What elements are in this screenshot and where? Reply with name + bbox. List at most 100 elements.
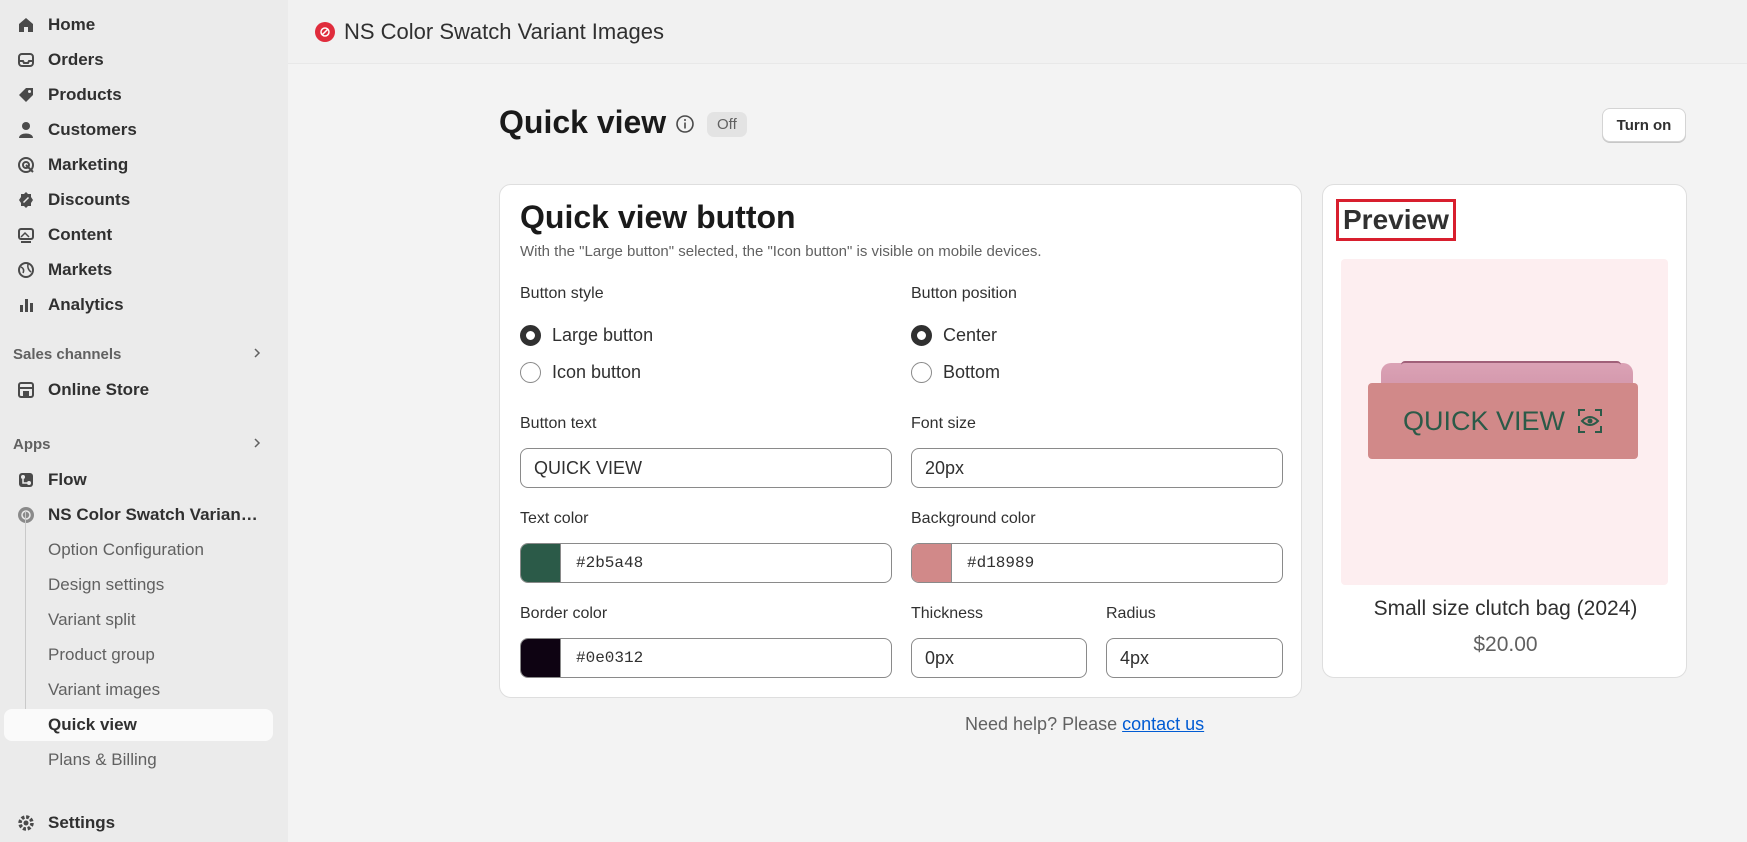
- radio-icon-button[interactable]: Icon button: [520, 362, 641, 383]
- radio-control[interactable]: [520, 362, 541, 383]
- app-logo-icon: [315, 21, 335, 42]
- product-price: $20.00: [1473, 633, 1538, 656]
- radio-label: Bottom: [943, 362, 1001, 382]
- sidebar: Home Orders Products Customers Marketing…: [0, 0, 288, 842]
- border-color-swatch[interactable]: [521, 639, 561, 677]
- sales-channels-label: Sales channels: [13, 346, 122, 363]
- sidebar-item-label: Settings: [48, 813, 116, 832]
- background-color-label: Background color: [911, 510, 1036, 527]
- sidebar-subitem-label: Plans & Billing: [48, 750, 157, 769]
- bag-zipper: [1401, 361, 1621, 369]
- radio-label: Large button: [552, 325, 654, 345]
- sidebar-item-label: Home: [48, 15, 96, 34]
- radio-label: Center: [943, 325, 998, 345]
- sidebar-subitem-option-configuration[interactable]: Option Configuration: [4, 534, 273, 566]
- button-position-label: Button position: [911, 285, 1017, 302]
- sidebar-item-label: Marketing: [48, 155, 129, 174]
- info-icon[interactable]: [675, 114, 695, 134]
- text-color-swatch[interactable]: [521, 544, 561, 582]
- bar-chart-icon: [16, 295, 36, 315]
- sidebar-item-label: Customers: [48, 120, 137, 139]
- apps-label: Apps: [13, 436, 51, 453]
- page-title: Quick view: [499, 104, 667, 140]
- button-text-input[interactable]: QUICK VIEW: [520, 448, 892, 488]
- sidebar-subitem-label: Option Configuration: [48, 540, 204, 559]
- sidebar-item-marketing[interactable]: Marketing: [4, 149, 273, 181]
- radio-bottom[interactable]: Bottom: [911, 362, 1000, 383]
- radio-control[interactable]: [520, 325, 541, 346]
- sidebar-item-home[interactable]: Home: [4, 9, 273, 41]
- background-color-input[interactable]: #d18989: [911, 543, 1283, 583]
- sidebar-item-label: Content: [48, 225, 113, 244]
- sidebar-item-label: Online Store: [48, 380, 150, 399]
- border-color-label: Border color: [520, 605, 608, 622]
- sidebar-item-label: Flow: [48, 470, 87, 489]
- sidebar-item-label: Products: [48, 85, 122, 104]
- sidebar-item-orders[interactable]: Orders: [4, 44, 273, 76]
- turn-on-button[interactable]: Turn on: [1602, 108, 1686, 142]
- background-color-swatch[interactable]: [912, 544, 952, 582]
- sidebar-subitem-variant-images[interactable]: Variant images: [4, 674, 273, 706]
- app-logo-icon: [16, 505, 36, 525]
- border-color-value[interactable]: #0e0312: [576, 649, 643, 667]
- sidebar-item-markets[interactable]: Markets: [4, 254, 273, 286]
- sidebar-item-online-store[interactable]: Online Store: [4, 374, 273, 406]
- font-size-input[interactable]: 20px: [911, 448, 1283, 488]
- sidebar-item-flow[interactable]: Flow: [4, 464, 273, 496]
- sidebar-subitem-label: Variant split: [48, 610, 136, 629]
- target-icon: [16, 155, 36, 175]
- sidebar-subitem-label: Variant images: [48, 680, 161, 699]
- sidebar-subitem-design-settings[interactable]: Design settings: [4, 569, 273, 601]
- preview-title: Preview: [1336, 199, 1456, 241]
- sidebar-subitem-product-group[interactable]: Product group: [4, 639, 273, 671]
- radio-center[interactable]: Center: [911, 325, 997, 346]
- font-size-label: Font size: [911, 415, 976, 432]
- background-color-value[interactable]: #d18989: [967, 554, 1034, 572]
- inbox-icon: [16, 50, 36, 70]
- home-icon: [16, 15, 36, 35]
- text-color-label: Text color: [520, 510, 589, 527]
- sidebar-subitem-quick-view[interactable]: Quick view: [4, 709, 273, 741]
- sidebar-item-analytics[interactable]: Analytics: [4, 289, 273, 321]
- border-color-input[interactable]: #0e0312: [520, 638, 892, 678]
- radius-label: Radius: [1106, 605, 1156, 622]
- chevron-right-icon[interactable]: [251, 346, 263, 363]
- sidebar-item-label: Discounts: [48, 190, 131, 209]
- text-color-value[interactable]: #2b5a48: [576, 554, 643, 572]
- radius-input[interactable]: 4px: [1106, 638, 1283, 678]
- radio-control[interactable]: [911, 362, 932, 383]
- thickness-input[interactable]: 0px: [911, 638, 1087, 678]
- sidebar-item-content[interactable]: Content: [4, 219, 273, 251]
- sidebar-subitem-label: Quick view: [48, 715, 137, 734]
- card-description: With the "Large button" selected, the "I…: [520, 243, 1042, 260]
- product-name[interactable]: Small size clutch bag (2024): [1323, 597, 1688, 621]
- text-color-input[interactable]: #2b5a48: [520, 543, 892, 583]
- gear-icon: [16, 813, 36, 833]
- tag-icon: [16, 85, 36, 105]
- contact-us-link[interactable]: contact us: [1122, 714, 1204, 734]
- sidebar-subitem-label: Product group: [48, 645, 155, 664]
- button-text-label: Button text: [520, 415, 597, 432]
- sidebar-subitem-plans-billing[interactable]: Plans & Billing: [4, 744, 273, 776]
- sidebar-item-settings[interactable]: Settings: [4, 807, 273, 839]
- discount-icon: [16, 190, 36, 210]
- sidebar-item-discounts[interactable]: Discounts: [4, 184, 273, 216]
- sidebar-subitem-label: Design settings: [48, 575, 165, 594]
- quick-view-preview-label: QUICK VIEW: [1402, 405, 1565, 436]
- preview-card: Preview QUICK VIEW Small size clutch bag…: [1322, 184, 1687, 678]
- chevron-right-icon[interactable]: [251, 436, 263, 453]
- sales-channels-header[interactable]: Sales channels: [13, 346, 263, 363]
- image-icon: [16, 225, 36, 245]
- sidebar-subitem-variant-split[interactable]: Variant split: [4, 604, 273, 636]
- quick-view-preview-button[interactable]: QUICK VIEW: [1368, 383, 1638, 459]
- apps-header[interactable]: Apps: [13, 436, 263, 453]
- person-icon: [16, 120, 36, 140]
- sidebar-item-products[interactable]: Products: [4, 79, 273, 111]
- app-title: NS Color Swatch Variant Images: [344, 18, 664, 44]
- radio-control[interactable]: [911, 325, 932, 346]
- eye-scan-icon: [1578, 409, 1602, 433]
- radio-large-button[interactable]: Large button: [520, 325, 653, 346]
- sidebar-item-label: Markets: [48, 260, 113, 279]
- sidebar-item-ns-color-swatch[interactable]: NS Color Swatch Variant Images: [4, 499, 273, 531]
- sidebar-item-customers[interactable]: Customers: [4, 114, 273, 146]
